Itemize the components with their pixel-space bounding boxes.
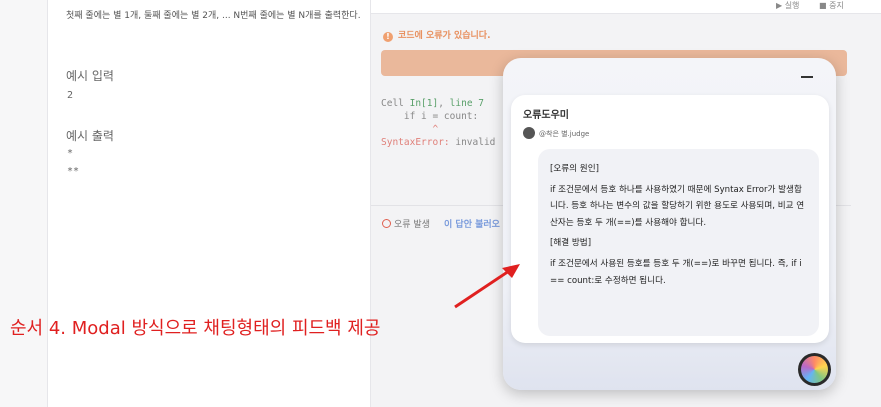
cause-heading: [오류의 원인] <box>550 164 599 174</box>
problem-description: 첫째 줄에는 별 1개, 둘째 줄에는 별 2개, ... N번째 줄에는 별 … <box>66 11 361 21</box>
load-answer-link[interactable]: 이 답안 불러오 <box>444 217 500 230</box>
avatar <box>523 127 535 139</box>
author-line: @착은 별.judge <box>523 127 589 139</box>
run-button[interactable]: ▶ 실행 <box>776 0 799 11</box>
author-name: @착은 별.judge <box>539 130 590 138</box>
modal-title: 오류도우미 <box>523 110 569 121</box>
minimize-icon[interactable] <box>801 76 813 78</box>
error-header: ! 코드에 오류가 있습니다. <box>371 18 851 48</box>
error-circle-icon <box>382 219 391 228</box>
console-line-1: Cell In[1], line 7 <box>381 98 484 109</box>
run-toolbar: ▶ 실행 ■ 중지 <box>371 0 881 14</box>
orb-gradient <box>801 356 828 383</box>
annotation-label: 순서 4. Modal 방식으로 채팅형태의 피드백 제공 <box>10 318 381 339</box>
example-output-line-1: * <box>67 148 74 159</box>
error-helper-modal: 오류도우미 @착은 별.judge [오류의 원인] if 조건문에서 등호 하… <box>503 58 836 390</box>
fix-heading: [해결 방법] <box>550 238 592 249</box>
console-line-2: if i = count: <box>381 111 479 122</box>
console-cell-ref: In[1] <box>409 98 439 109</box>
warning-icon: ! <box>383 32 393 42</box>
example-input-title: 예시 입력 <box>66 69 114 83</box>
page: 첫째 줄에는 별 1개, 둘째 줄에는 별 2개, ... N번째 줄에는 별 … <box>0 0 881 407</box>
example-output-line-2: ** <box>67 166 80 177</box>
annotation-arrow-icon <box>454 264 520 309</box>
example-input-value: 2 <box>67 90 74 101</box>
fix-text: if 조건문에서 사용된 등호를 등호 두 개(==)로 바꾸면 됩니다. 즉,… <box>550 258 802 286</box>
problem-panel: 첫째 줄에는 별 1개, 둘째 줄에는 별 2개, ... N번째 줄에는 별 … <box>47 0 371 407</box>
example-output-title: 예시 출력 <box>66 129 114 143</box>
console-error-rest: invalid <box>449 137 496 148</box>
error-status-chip[interactable]: 오류 발생 <box>382 217 430 230</box>
cause-text: if 조건문에서 등호 하나를 사용하였기 때문에 Syntax Error가 … <box>550 184 805 228</box>
stop-button[interactable]: ■ 중지 <box>819 0 844 11</box>
error-header-text: 코드에 오류가 있습니다. <box>398 31 491 41</box>
feedback-bubble: [오류의 원인] if 조건문에서 등호 하나를 사용하였기 때문에 Synta… <box>538 149 819 336</box>
console-error-type: SyntaxError: <box>381 137 450 148</box>
chat-card: 오류도우미 @착은 별.judge [오류의 원인] if 조건문에서 등호 하… <box>511 95 829 343</box>
console-line-3: ^ <box>381 124 439 135</box>
error-status-label: 오류 발생 <box>394 220 430 230</box>
assistant-orb-icon[interactable] <box>798 353 831 386</box>
console-line-ref: line 7 <box>449 98 484 109</box>
